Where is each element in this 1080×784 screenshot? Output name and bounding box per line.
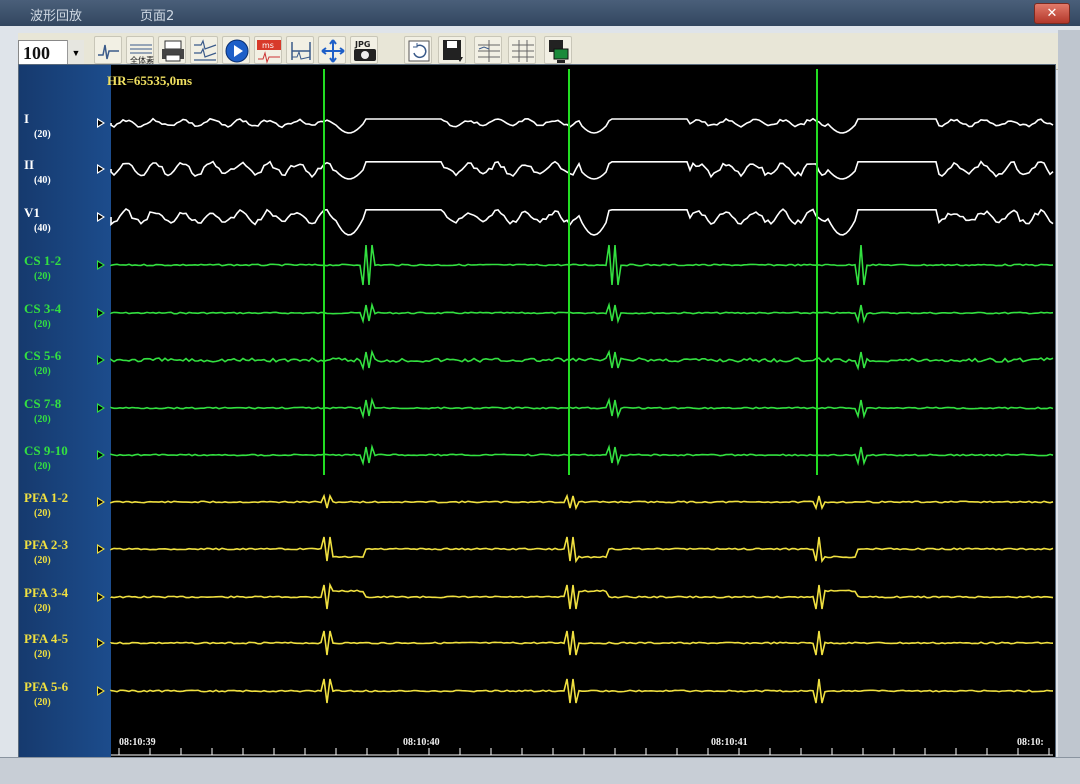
time-label: 08:10:41 xyxy=(711,737,748,748)
channel-waveform xyxy=(110,536,1054,564)
caliper-button[interactable] xyxy=(286,36,314,64)
channel-waveform xyxy=(110,582,1054,610)
channel-waveform xyxy=(110,630,1054,656)
layout-2-button[interactable] xyxy=(508,36,536,64)
time-label: 08:10:39 xyxy=(119,737,156,748)
time-axis: 08:10:39 08:10:40 08:10:41 08:10: xyxy=(19,725,1055,757)
caliper-icon xyxy=(291,42,311,60)
ms-measure-icon: ms xyxy=(257,40,281,64)
grid-layout-2-icon xyxy=(512,40,534,62)
channels-button[interactable] xyxy=(190,36,218,64)
play-icon xyxy=(225,39,249,63)
jpg-camera-icon: JPG xyxy=(354,40,376,61)
channel-waveform xyxy=(110,678,1054,704)
play-button[interactable] xyxy=(222,36,250,64)
layout-button[interactable] xyxy=(474,36,502,64)
jpg-label: JPG xyxy=(354,40,370,49)
channel-waveform xyxy=(110,207,1054,236)
chevron-down-icon[interactable]: ▼ xyxy=(67,40,84,66)
channel-waveform xyxy=(110,301,1054,325)
full-chart-icon: 全体素 xyxy=(130,44,154,65)
monitor-icon xyxy=(549,40,569,63)
tab-waveform-playback[interactable]: 波形回放 xyxy=(30,5,82,24)
side-scrollbar[interactable] xyxy=(1058,30,1080,783)
save-icon xyxy=(443,40,463,62)
move-arrows-icon xyxy=(321,39,345,63)
move-button[interactable] xyxy=(318,36,346,64)
full-chart-button[interactable]: 全体素 xyxy=(126,36,154,65)
ms-label: ms xyxy=(262,41,274,50)
channel-waveform xyxy=(110,397,1054,420)
status-bar xyxy=(0,757,1080,784)
channel-waveform xyxy=(110,349,1054,371)
channels-icon xyxy=(194,39,217,61)
channel-waveform xyxy=(110,443,1054,467)
zoom-value: 100 xyxy=(23,43,50,63)
tab-page-2[interactable]: 页面2 xyxy=(140,5,174,24)
time-label: 08:10: xyxy=(1017,737,1044,748)
waveform-button[interactable] xyxy=(94,36,122,64)
refresh-icon xyxy=(408,40,430,62)
refresh-button[interactable] xyxy=(404,36,432,64)
monitor-button[interactable] xyxy=(544,36,572,64)
ms-measure-button[interactable]: ms xyxy=(254,36,282,64)
waveform-traces xyxy=(110,69,1054,756)
close-icon[interactable]: ✕ xyxy=(1034,3,1070,24)
jpg-export-button[interactable]: JPG xyxy=(350,36,378,64)
channel-waveform xyxy=(110,117,1054,134)
grid-layout-icon xyxy=(478,40,500,62)
window-tab-bar: 波形回放 页面2 ✕ xyxy=(0,0,1080,26)
zoom-select[interactable]: 100 ▼ xyxy=(18,40,84,66)
save-button[interactable] xyxy=(438,36,466,64)
print-button[interactable] xyxy=(158,36,186,64)
waveform-panel: I (20) II (40) V1 (40) CS 1-2 (20) CS 3-4 (20) CS … xyxy=(18,64,1056,758)
hr-readout: HR=65535,0ms xyxy=(107,73,193,88)
time-label: 08:10:40 xyxy=(403,737,440,748)
channel-waveform xyxy=(110,244,1054,286)
waveform-icon xyxy=(98,44,119,60)
channel-waveform xyxy=(110,493,1054,511)
print-icon xyxy=(162,40,184,62)
channel-waveform xyxy=(110,160,1054,180)
